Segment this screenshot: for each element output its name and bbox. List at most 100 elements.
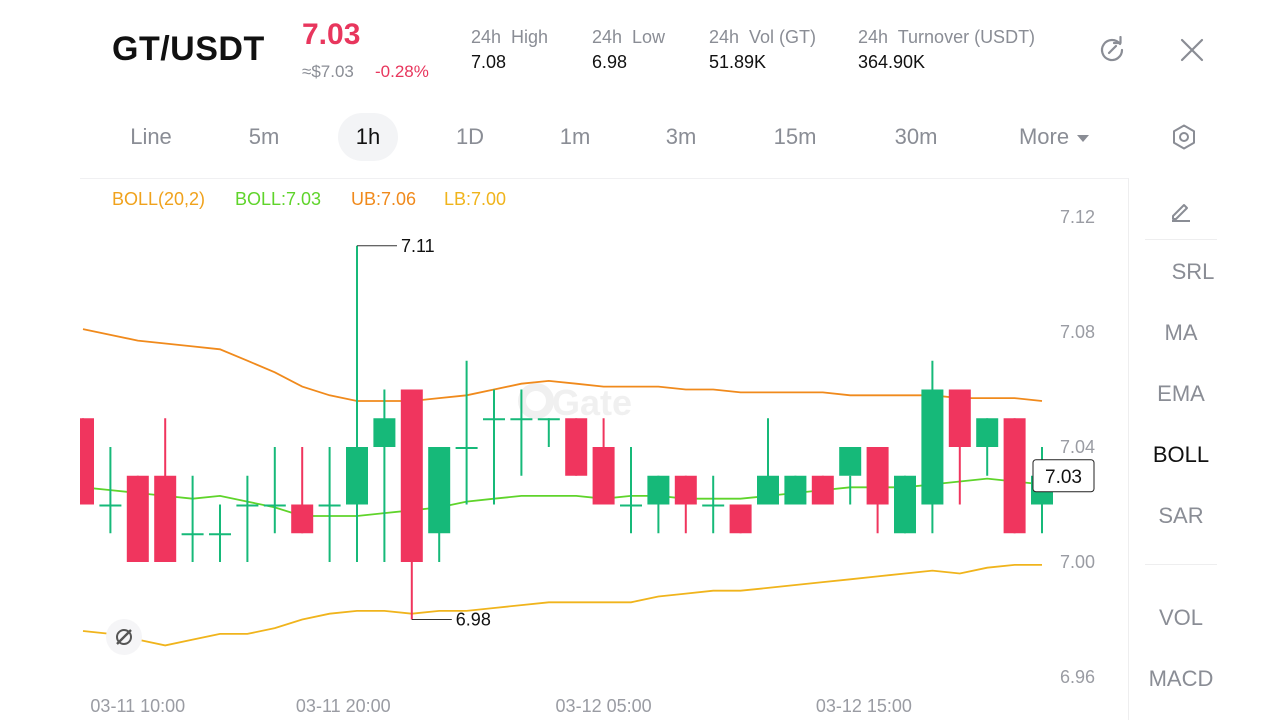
market-header: GT/USDT 7.03 ≈$7.03 -0.28% 24h High 7.08… [0, 0, 1280, 100]
watermark-text: Gate [552, 382, 632, 423]
candle [811, 475, 834, 505]
tab-5m[interactable]: 5m [228, 113, 300, 161]
candle [757, 418, 779, 505]
candle [510, 389, 533, 476]
candle-body [702, 504, 725, 507]
tab-line[interactable]: Line [112, 113, 190, 161]
candle-body [921, 389, 944, 505]
x-tick-label: 03-11 20:00 [296, 696, 391, 716]
candle-body [894, 475, 916, 534]
indicator-srl[interactable]: SRL [1129, 259, 1245, 285]
stat-value: 51.89K [709, 52, 767, 72]
stat-24h-high: 24h High 7.08 [471, 27, 548, 73]
indicator-sar[interactable]: SAR [1129, 503, 1233, 529]
candle [291, 447, 314, 534]
tab-30m[interactable]: 30m [876, 113, 956, 161]
candle [647, 475, 670, 534]
usd-price: ≈$7.03 [302, 62, 354, 81]
candle [373, 389, 396, 562]
candle-body [236, 504, 259, 507]
candle-body [209, 533, 231, 536]
caret-down-icon [1077, 134, 1090, 142]
candle-body [592, 447, 615, 505]
candle-body [866, 447, 889, 505]
stat-value: 7.08 [471, 52, 507, 72]
more-dropdown[interactable]: More [1006, 113, 1102, 161]
more-label: More [1018, 124, 1070, 149]
candle [620, 447, 642, 534]
candle [674, 475, 697, 534]
tab-15m[interactable]: 15m [756, 113, 834, 161]
stat-label: 24h Low [592, 27, 666, 47]
candle [126, 475, 149, 562]
stat-value: 364.90K [858, 52, 926, 72]
price-chart[interactable]: Gate 7.12 7.08 7.04 7.00 6.96 03-11 10:00 03-… [80, 178, 1128, 721]
y-tick-label: 6.96 [1060, 667, 1095, 687]
candle [455, 360, 478, 505]
refresh-icon[interactable] [1098, 35, 1126, 64]
stat-label: 24h High [471, 27, 549, 47]
legend-lb: LB:7.00 [444, 189, 507, 209]
indicator-ema[interactable]: EMA [1129, 381, 1233, 407]
candlestick-chart: Gate 7.12 7.08 7.04 7.00 6.96 03-11 10:00 03-… [80, 207, 1095, 716]
candle-body [976, 418, 999, 447]
candle-body [80, 418, 94, 505]
pencil-icon[interactable] [1167, 196, 1195, 224]
stat-24h-vol: 24h Vol (GT) 51.89K [709, 27, 816, 73]
y-tick-label: 7.08 [1060, 322, 1095, 342]
indicator-macd[interactable]: MACD [1129, 666, 1233, 692]
candle [400, 389, 423, 620]
stat-label: 24h Vol (GT) [709, 27, 817, 47]
candle-body [620, 504, 642, 507]
y-tick-label: 7.12 [1060, 207, 1095, 227]
candle-body [373, 418, 396, 447]
boll-lower-line [82, 563, 1042, 647]
pair-title: GT/USDT [112, 30, 265, 68]
candle [702, 475, 725, 534]
divider [1145, 239, 1217, 240]
candle [236, 475, 259, 562]
chart-toggle-icon[interactable] [106, 619, 142, 655]
candle-body [428, 447, 451, 534]
indicator-vol[interactable]: VOL [1129, 605, 1233, 631]
indicator-panel: SRL MA EMA BOLL SAR VOL MACD [1128, 178, 1233, 720]
gate-watermark: Gate [518, 382, 632, 423]
tab-1d[interactable]: 1D [436, 113, 504, 161]
stat-value: 6.98 [592, 52, 628, 72]
candle-body [126, 475, 149, 562]
legend-ub: UB:7.06 [351, 189, 417, 209]
candle-body [263, 504, 286, 507]
current-price-label: 7.03 [1045, 467, 1082, 488]
candle-body [455, 447, 478, 449]
x-tick-label: 03-12 05:00 [556, 696, 652, 716]
candle [318, 447, 341, 562]
candle-body [537, 418, 560, 421]
tab-1m[interactable]: 1m [542, 113, 608, 161]
low-marker-label: 6.98 [456, 610, 491, 630]
candle [839, 447, 862, 505]
tab-1h[interactable]: 1h [338, 113, 398, 161]
tab-3m[interactable]: 3m [646, 113, 716, 161]
candle-body [291, 504, 314, 534]
x-tick-label: 03-11 10:00 [90, 696, 185, 716]
candle-body [729, 504, 752, 534]
y-tick-label: 7.00 [1060, 552, 1095, 572]
close-icon[interactable] [1178, 36, 1206, 64]
candle-body [1003, 418, 1026, 534]
candle-body [346, 447, 368, 505]
candle-body [757, 475, 779, 505]
candle-body [784, 475, 807, 505]
candle [866, 447, 889, 534]
candle-body [99, 504, 122, 507]
candle-body [565, 418, 588, 476]
indicator-boll[interactable]: BOLL [1129, 442, 1233, 468]
indicator-ma[interactable]: MA [1129, 320, 1233, 346]
candle-body [674, 475, 697, 505]
candle-body [483, 418, 505, 421]
candle [948, 389, 971, 505]
divider [1145, 564, 1217, 565]
candle [80, 418, 94, 505]
hexagon-settings-icon[interactable] [1170, 123, 1198, 151]
candle [483, 389, 505, 505]
candle-body [154, 475, 177, 562]
